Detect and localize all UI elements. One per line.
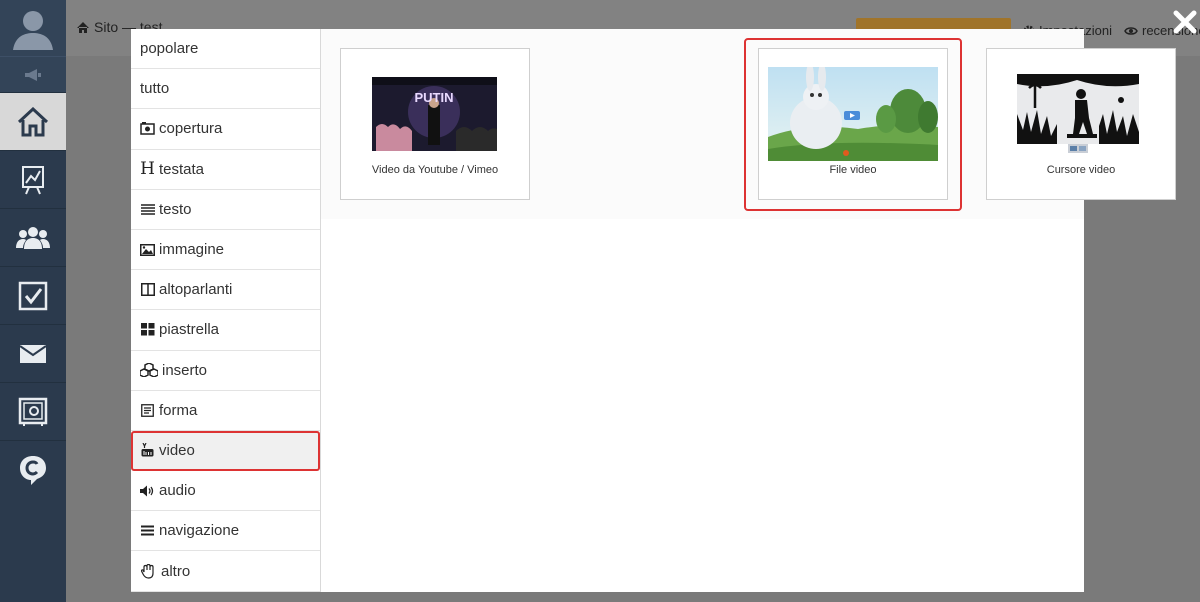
selection-highlight bbox=[744, 38, 962, 211]
safe-icon bbox=[18, 397, 48, 426]
category-video[interactable]: video bbox=[131, 430, 320, 472]
sidebar-item-announcements[interactable] bbox=[0, 56, 66, 92]
cubes-icon bbox=[140, 363, 158, 378]
category-list: popolare tutto copertura H testata testo… bbox=[131, 29, 321, 592]
close-icon bbox=[1173, 10, 1197, 34]
tiles-icon bbox=[140, 322, 155, 337]
sidebar-item-statistics[interactable] bbox=[0, 150, 66, 208]
chart-icon bbox=[22, 165, 44, 194]
category-label: piastrella bbox=[159, 321, 220, 339]
category-label: testo bbox=[159, 200, 192, 218]
hand-icon bbox=[140, 563, 157, 579]
header-icon: H bbox=[140, 159, 155, 180]
category-navigazione[interactable]: navigazione bbox=[131, 511, 320, 552]
thumbnail-title: PUTIN bbox=[415, 90, 454, 105]
option-card-video-slider[interactable]: Cursore video bbox=[986, 48, 1176, 200]
option-card-youtube-vimeo[interactable]: PUTIN Video da Youtube / Vimeo bbox=[340, 48, 530, 200]
columns-icon bbox=[140, 282, 155, 297]
category-testo[interactable]: testo bbox=[131, 190, 320, 230]
category-altro[interactable]: altro bbox=[131, 551, 320, 592]
category-label: video bbox=[159, 441, 195, 459]
speaker-icon bbox=[140, 483, 155, 498]
megaphone-icon bbox=[25, 68, 41, 81]
close-modal-button[interactable] bbox=[1173, 10, 1197, 34]
category-label: testata bbox=[159, 160, 205, 178]
users-icon bbox=[16, 226, 50, 249]
category-forma[interactable]: forma bbox=[131, 391, 320, 431]
bars-icon bbox=[140, 523, 155, 538]
eye-icon bbox=[1124, 26, 1138, 35]
category-testata[interactable]: H testata bbox=[131, 150, 320, 190]
sidebar-item-home[interactable] bbox=[0, 92, 66, 150]
category-audio[interactable]: audio bbox=[131, 471, 320, 512]
insert-block-modal: popolare tutto copertura H testata testo… bbox=[131, 29, 1176, 592]
sidebar-item-tasks[interactable] bbox=[0, 266, 66, 324]
category-label: popolare bbox=[140, 40, 199, 58]
image-icon bbox=[140, 242, 155, 257]
category-label: inserto bbox=[162, 361, 208, 379]
card-label: Cursore video bbox=[1046, 164, 1116, 176]
category-label: immagine bbox=[159, 241, 225, 259]
category-copertura[interactable]: copertura bbox=[131, 109, 320, 150]
category-altoparlanti[interactable]: altoparlanti bbox=[131, 270, 320, 311]
card-label: Video da Youtube / Vimeo bbox=[371, 164, 499, 176]
category-piastrella[interactable]: piastrella bbox=[131, 310, 320, 351]
category-tutto[interactable]: tutto bbox=[131, 69, 320, 110]
category-label: forma bbox=[159, 401, 198, 419]
text-lines-icon bbox=[140, 202, 155, 217]
mail-icon bbox=[19, 344, 47, 363]
user-avatar[interactable] bbox=[0, 0, 66, 56]
app-sidebar bbox=[0, 0, 66, 602]
checkbox-icon bbox=[18, 281, 48, 310]
block-options-panel: PUTIN Video da Youtube / Vimeo File vide… bbox=[321, 29, 1176, 219]
user-icon bbox=[13, 11, 53, 50]
category-inserto[interactable]: inserto bbox=[131, 351, 320, 391]
sidebar-item-users[interactable] bbox=[0, 208, 66, 266]
category-label: navigazione bbox=[159, 522, 240, 540]
category-label: altoparlanti bbox=[159, 281, 233, 299]
youtube-icon bbox=[140, 443, 155, 458]
form-icon bbox=[140, 403, 155, 418]
video-slider-thumbnail bbox=[1017, 74, 1139, 154]
category-immagine[interactable]: immagine bbox=[131, 230, 320, 271]
category-label: copertura bbox=[159, 120, 223, 138]
category-label: audio bbox=[159, 482, 196, 500]
youtube-thumbnail: PUTIN bbox=[372, 77, 497, 151]
home-icon bbox=[17, 106, 49, 136]
category-label: altro bbox=[161, 562, 191, 580]
category-popolare[interactable]: popolare bbox=[131, 29, 320, 70]
sidebar-item-mail[interactable] bbox=[0, 324, 66, 382]
sidebar-item-chat[interactable] bbox=[0, 440, 66, 498]
chat-icon bbox=[20, 455, 46, 485]
category-label: tutto bbox=[140, 80, 170, 98]
home-icon bbox=[77, 21, 89, 33]
camera-icon bbox=[140, 121, 155, 136]
sidebar-item-vault[interactable] bbox=[0, 382, 66, 440]
